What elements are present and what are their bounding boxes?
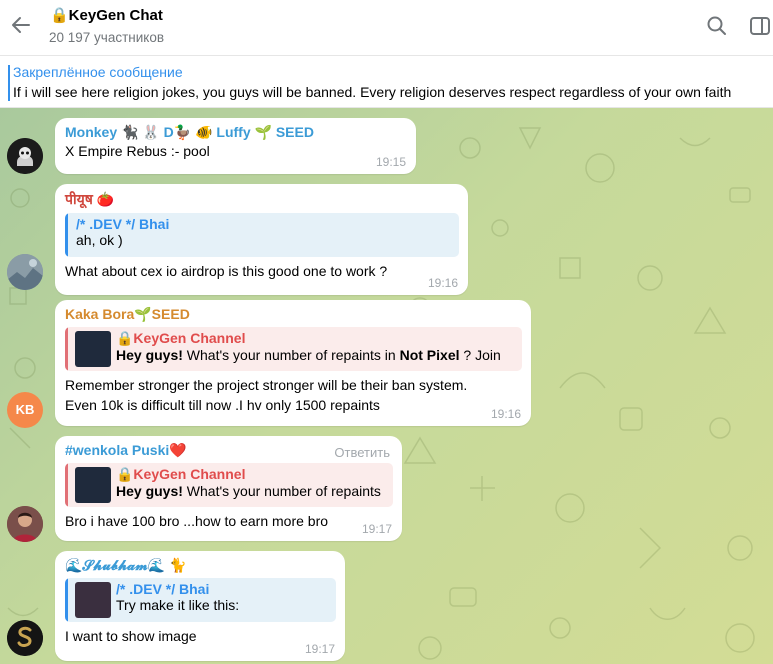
reply-quote[interactable]: /* .DEV */ Bhai Try make it like this: (65, 578, 336, 622)
quote-mid: What's your number of repaints in (182, 347, 400, 363)
message-bubble[interactable]: Monkey 🐈‍⬛ 🐰 D🦆 🐠 Luffy 🌱 SEED X Empire … (55, 118, 416, 174)
quote-thumbnail (75, 331, 111, 367)
message-time: 19:15 (375, 155, 406, 169)
quote-text: Try make it like this: (116, 597, 240, 613)
message-time: 19:16 (490, 407, 521, 421)
quote-sender: /* .DEV */ Bhai (76, 216, 170, 232)
pinned-indicator (8, 65, 10, 101)
avatar-initials[interactable]: KB (7, 392, 43, 428)
reply-quote[interactable]: 🔒KeyGen Channel Hey guys! What's your nu… (65, 327, 522, 371)
pinned-title: Закреплённое сообщение (13, 64, 183, 80)
pinned-text: If i will see here religion jokes, you g… (13, 84, 732, 100)
quote-end: ? Join (459, 347, 501, 363)
quote-sender: 🔒KeyGen Channel (116, 330, 246, 346)
chat-header: 🔒KeyGen Chat 20 197 участников (0, 0, 773, 56)
member-count: 20 197 участников (49, 30, 165, 45)
avatar[interactable] (7, 254, 43, 290)
message-bubble[interactable]: #wenkola Puski❤️ Ответить 🔒KeyGen Channe… (55, 436, 402, 541)
avatar[interactable] (7, 138, 43, 174)
message-bubble[interactable]: Kaka Bora🌱SEED 🔒KeyGen Channel Hey guys!… (55, 300, 531, 426)
message-time: 19:17 (361, 522, 392, 536)
message-text: I want to show image (65, 628, 197, 644)
avatar[interactable] (7, 506, 43, 542)
message-sender[interactable]: 🌊𝓢𝓱𝓾𝓫𝓱𝓪𝓶🌊 🐈 (65, 557, 335, 574)
back-arrow-icon[interactable] (8, 12, 34, 38)
message-sender[interactable]: Monkey 🐈‍⬛ 🐰 D🦆 🐠 Luffy 🌱 SEED (65, 124, 406, 141)
message-sender[interactable]: पीयूष 🍅 (65, 190, 458, 209)
reply-quote[interactable]: /* .DEV */ Bhai ah, ok ) (65, 213, 459, 257)
message-text: X Empire Rebus :- pool (65, 143, 210, 159)
quote-bold: Hey guys! (116, 347, 183, 363)
reply-quote[interactable]: 🔒KeyGen Channel Hey guys! What's your nu… (65, 463, 393, 507)
chat-title[interactable]: 🔒KeyGen Chat (50, 6, 163, 24)
message-text-line: Remember stronger the project stronger w… (65, 377, 468, 393)
quote-text: Hey guys! What's your number of repaints (116, 483, 385, 499)
message-list[interactable]: Monkey 🐈‍⬛ 🐰 D🦆 🐠 Luffy 🌱 SEED X Empire … (0, 108, 773, 664)
reply-button[interactable]: Ответить (334, 445, 390, 460)
quote-bold: Hey guys! (116, 483, 183, 499)
quote-sender: /* .DEV */ Bhai (116, 581, 210, 597)
avatar[interactable] (7, 620, 43, 656)
quote-thumbnail (75, 467, 111, 503)
message-bubble[interactable]: पीयूष 🍅 /* .DEV */ Bhai ah, ok ) What ab… (55, 184, 468, 295)
message-text: Bro i have 100 bro ...how to earn more b… (65, 513, 329, 529)
message-text-line: Even 10k is difficult till now .I hv onl… (65, 397, 380, 413)
pinned-message-bar[interactable]: Закреплённое сообщение If i will see her… (0, 57, 773, 108)
sidebar-toggle-icon[interactable] (748, 14, 772, 38)
quote-text: ah, ok ) (76, 232, 123, 248)
quote-sender: 🔒KeyGen Channel (116, 466, 246, 482)
message-time: 19:17 (304, 642, 335, 656)
search-icon[interactable] (705, 14, 729, 38)
message-text: What about cex io airdrop is this good o… (65, 263, 388, 279)
message-sender[interactable]: Kaka Bora🌱SEED (65, 306, 521, 323)
message-time: 19:16 (427, 276, 458, 290)
quote-text: Hey guys! What's your number of repaints… (116, 347, 514, 363)
quote-bold-2: Not Pixel (399, 347, 460, 363)
quote-thumbnail (75, 582, 111, 618)
message-bubble[interactable]: 🌊𝓢𝓱𝓾𝓫𝓱𝓪𝓶🌊 🐈 /* .DEV */ Bhai Try make it … (55, 551, 345, 661)
quote-rest: What's your number of repaints (182, 483, 381, 499)
